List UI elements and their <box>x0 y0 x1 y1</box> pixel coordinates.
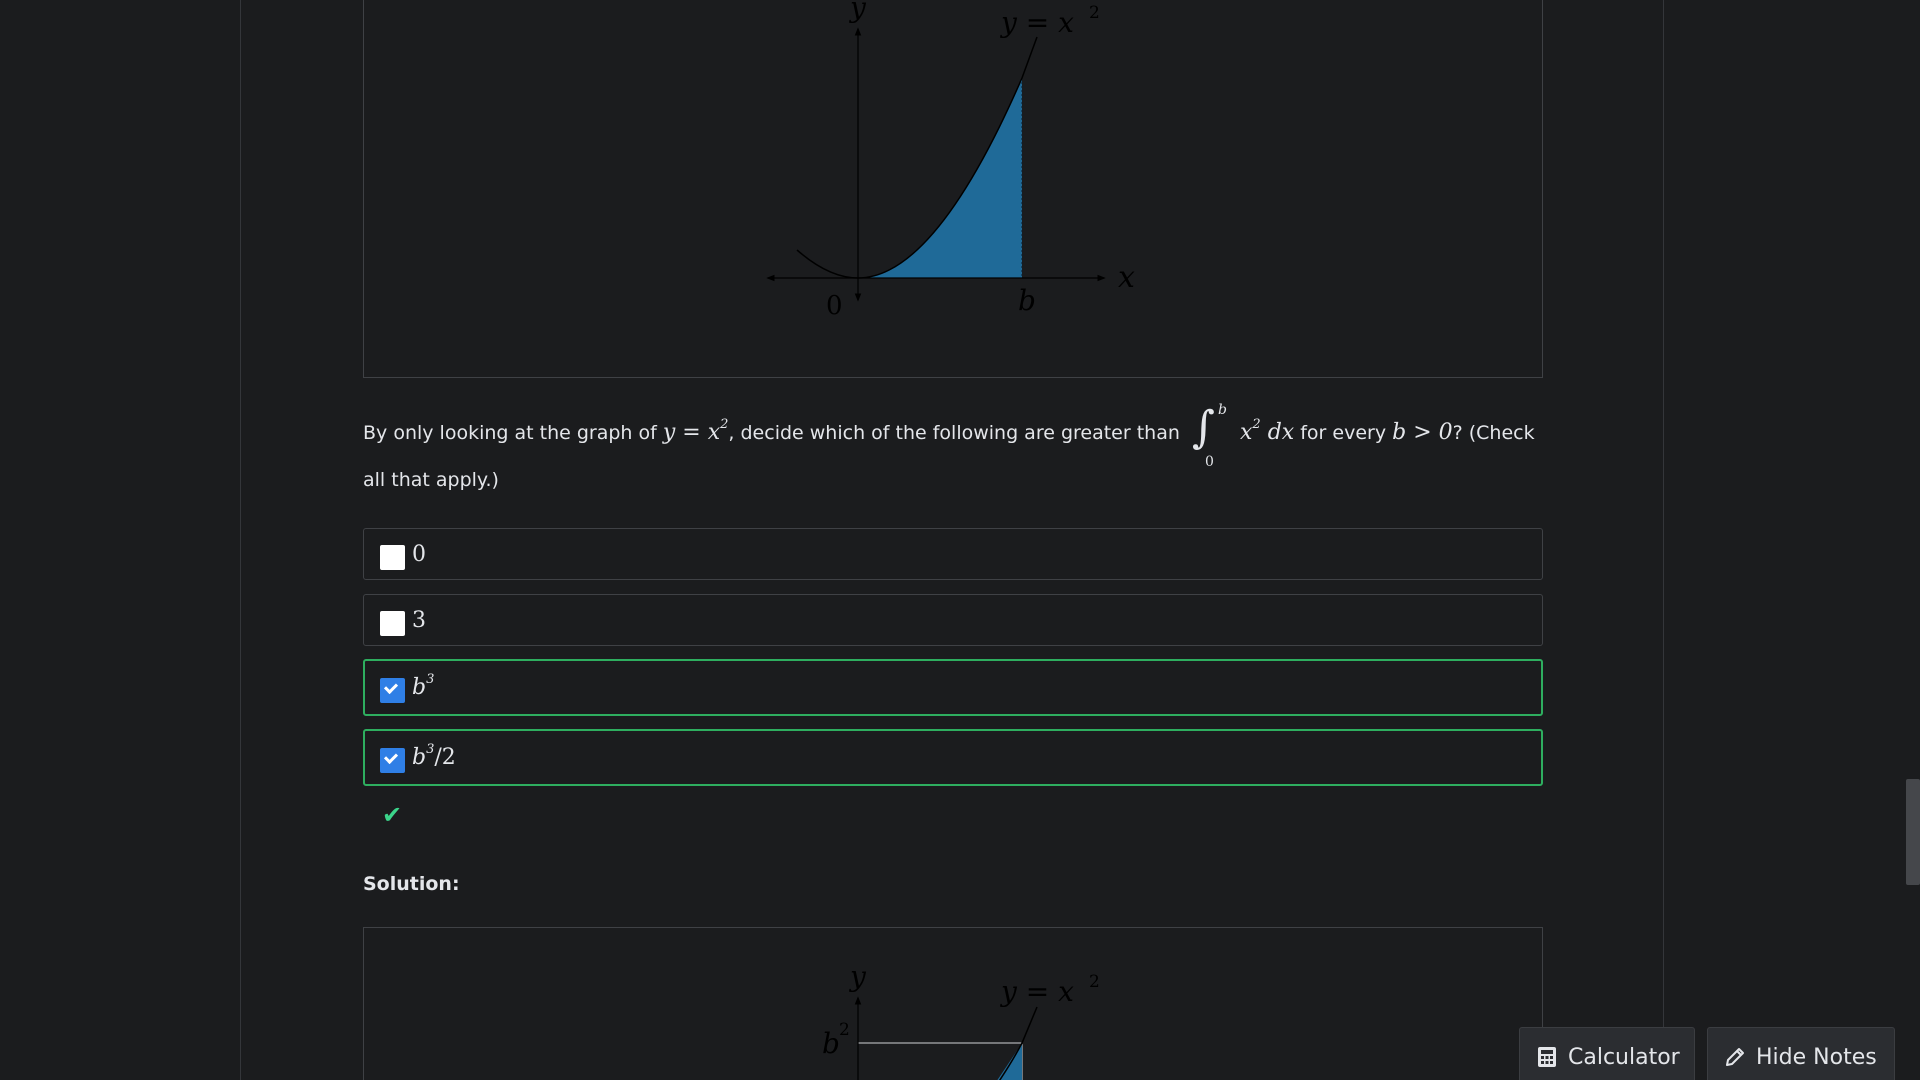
integral-lower-limit: 0 <box>1204 453 1214 470</box>
integral-upper-limit: b <box>1217 401 1227 418</box>
checkmark-icon: ✔ <box>382 801 403 829</box>
option-label: 3 <box>412 607 426 633</box>
checkbox-checked[interactable] <box>380 748 405 773</box>
curve-label-exponent: 2 <box>1089 3 1100 23</box>
equation-y-equals-x-squared: y = x2 <box>662 417 729 445</box>
integral-expression: ∫ b 0 <box>1192 403 1230 469</box>
b-squared-exponent: 2 <box>839 1020 850 1040</box>
graph-figure: y x y = x 2 0 b <box>363 0 1543 378</box>
shaded-area <box>858 78 1022 278</box>
curve-label: y = x <box>999 6 1074 39</box>
solution-graph-svg: y y = x 2 b 2 <box>822 960 1100 1080</box>
solution-heading: Solution: <box>363 873 460 895</box>
checkbox-unchecked[interactable] <box>380 544 405 570</box>
integral-sign: ∫ <box>1191 401 1215 453</box>
answer-option-0[interactable]: 0 <box>363 528 1543 580</box>
option-label: b3/2 <box>412 742 456 770</box>
bounding-rectangle <box>857 1042 1023 1080</box>
content-divider-left <box>240 0 241 1080</box>
pencil-icon <box>1724 1046 1746 1068</box>
option-label: b3 <box>412 672 435 700</box>
question-text-part-1: By only looking at the graph of <box>363 422 657 444</box>
calculator-button[interactable]: Calculator <box>1519 1027 1695 1080</box>
b-label: b <box>1018 284 1036 317</box>
condition-b-positive: b > 0 <box>1392 420 1453 445</box>
y-axis-label: y <box>848 0 867 24</box>
integrand: x2 dx <box>1240 417 1295 445</box>
solution-figure: y y = x 2 b 2 <box>363 927 1543 1080</box>
origin-label: 0 <box>826 291 843 321</box>
b-squared-label: b <box>822 1027 840 1060</box>
x-axis-label: x <box>1118 260 1135 295</box>
calculator-button-label: Calculator <box>1568 1044 1680 1070</box>
curve-label: y = x <box>999 975 1074 1008</box>
hide-notes-button-label: Hide Notes <box>1756 1044 1877 1070</box>
scrollbar-thumb[interactable] <box>1906 779 1920 885</box>
question-text: By only looking at the graph of y = x2, … <box>363 403 1543 503</box>
answer-option-b-cubed-over-2[interactable]: b3/2 <box>363 729 1543 786</box>
checkbox-unchecked[interactable] <box>380 610 405 636</box>
answer-option-3[interactable]: 3 <box>363 594 1543 646</box>
page: y x y = x 2 0 b By only looking at the g… <box>0 0 1920 1080</box>
calculator-icon <box>1536 1046 1558 1068</box>
option-label: 0 <box>412 541 426 567</box>
hide-notes-button[interactable]: Hide Notes <box>1707 1027 1895 1080</box>
scrollbar-track[interactable] <box>1904 0 1920 1080</box>
graph-svg: y x y = x 2 0 b <box>766 0 1135 321</box>
question-text-part-3: for every <box>1300 422 1387 444</box>
content-divider-right <box>1663 0 1664 1080</box>
question-text-part-2: , decide which of the following are grea… <box>728 422 1180 444</box>
curve-label-exponent: 2 <box>1089 972 1100 992</box>
answer-option-b-cubed[interactable]: b3 <box>363 659 1543 716</box>
y-axis-label: y <box>848 960 867 993</box>
checkbox-checked[interactable] <box>380 678 405 703</box>
